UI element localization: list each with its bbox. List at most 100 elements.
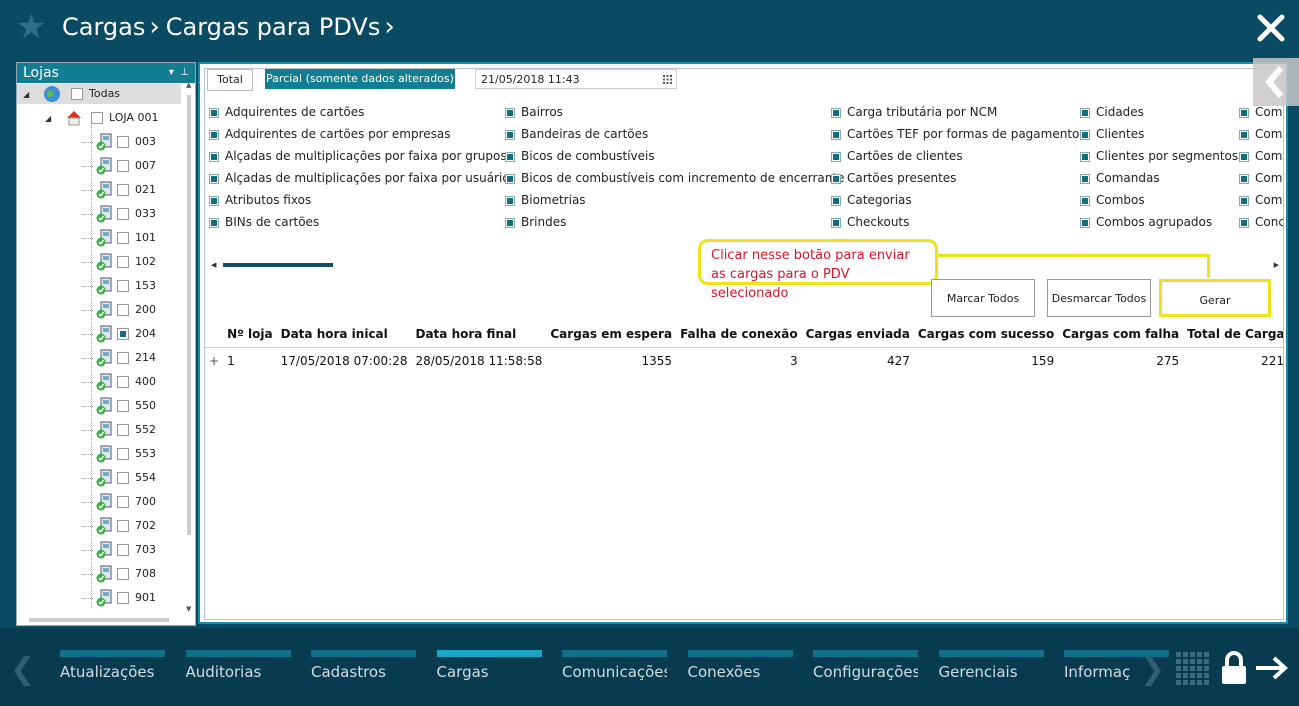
checkbox-checked[interactable]: [209, 173, 219, 184]
load-type-checkbox[interactable]: Combos: [1080, 192, 1145, 208]
horizontal-scrollbar[interactable]: ◀ ▶: [211, 261, 1279, 269]
nav-item[interactable]: Atualizações: [60, 650, 165, 690]
calendar-icon[interactable]: [663, 75, 672, 84]
pdv-checkbox[interactable]: [117, 160, 129, 172]
load-type-checkbox[interactable]: BINs de cartões: [209, 214, 319, 230]
checkbox-checked[interactable]: [1239, 107, 1249, 118]
breadcrumb-item[interactable]: Cargas: [62, 13, 145, 41]
expand-row-icon[interactable]: +: [205, 348, 223, 375]
mode-parcial-tab[interactable]: Parcial (somente dados alterados): [265, 69, 455, 89]
tree-item-pdv[interactable]: 554: [83, 468, 156, 488]
breadcrumb-item[interactable]: Cargas para PDVs: [166, 13, 381, 41]
todas-checkbox[interactable]: [71, 88, 83, 100]
tree-item-pdv[interactable]: 700: [83, 492, 156, 512]
tree-item-pdv[interactable]: 101: [83, 228, 156, 248]
checkbox-checked[interactable]: [209, 151, 219, 162]
scroll-right-icon[interactable]: ▶: [1274, 261, 1279, 269]
load-type-checkbox[interactable]: Cartões presentes: [831, 170, 956, 186]
tree-item-pdv[interactable]: 007: [83, 156, 156, 176]
pin-icon[interactable]: ⊥: [180, 67, 189, 78]
pdv-checkbox[interactable]: [117, 184, 129, 196]
pdv-checkbox[interactable]: [117, 208, 129, 220]
load-type-checkbox[interactable]: Clientes: [1080, 126, 1144, 142]
checkbox-checked[interactable]: [505, 173, 515, 184]
load-type-checkbox[interactable]: Bicos de combustíveis: [505, 148, 655, 164]
column-header[interactable]: Total de Cargas: [1183, 321, 1283, 348]
load-type-checkbox[interactable]: Com: [1239, 148, 1282, 164]
column-header[interactable]: Cargas em espera: [546, 321, 677, 348]
checkbox-checked[interactable]: [505, 107, 515, 118]
desmarcar-todos-button[interactable]: Desmarcar Todos: [1047, 279, 1151, 317]
pdv-checkbox[interactable]: [117, 256, 129, 268]
scroll-left-icon[interactable]: ◀: [211, 261, 216, 269]
pdv-checkbox[interactable]: [117, 424, 129, 436]
nav-item[interactable]: Cadastros: [311, 650, 416, 690]
nav-prev-icon[interactable]: ❮: [10, 652, 35, 687]
load-type-checkbox[interactable]: Adquirentes de cartões por empresas: [209, 126, 451, 142]
exit-arrow-icon[interactable]: [1254, 654, 1290, 682]
load-type-checkbox[interactable]: Bicos de combustíveis com incremento de …: [505, 170, 844, 186]
tree-item-pdv[interactable]: 204: [83, 324, 156, 344]
checkbox-checked[interactable]: [1239, 195, 1249, 206]
pdv-checkbox[interactable]: [117, 400, 129, 412]
load-type-checkbox[interactable]: Biometrias: [505, 192, 586, 208]
load-type-checkbox[interactable]: Adquirentes de cartões: [209, 104, 364, 120]
checkbox-checked[interactable]: [1080, 195, 1090, 206]
tree-item-pdv[interactable]: 021: [83, 180, 156, 200]
load-type-checkbox[interactable]: Com: [1239, 170, 1282, 186]
checkbox-checked[interactable]: [209, 217, 219, 228]
checkbox-checked[interactable]: [831, 173, 841, 184]
load-type-checkbox[interactable]: Alçadas de multiplicações por faixa por …: [209, 170, 516, 186]
checkbox-checked[interactable]: [1239, 129, 1249, 140]
load-type-checkbox[interactable]: Com: [1239, 192, 1282, 208]
tree-item-pdv[interactable]: 033: [83, 204, 156, 224]
checkbox-checked[interactable]: [505, 129, 515, 140]
pdv-checkbox[interactable]: [117, 328, 129, 340]
checkbox-checked[interactable]: [831, 195, 841, 206]
tree-item-pdv[interactable]: 550: [83, 396, 156, 416]
nav-item[interactable]: Auditorias: [185, 650, 291, 690]
checkbox-checked[interactable]: [831, 129, 841, 140]
pdv-checkbox[interactable]: [117, 280, 129, 292]
load-type-checkbox[interactable]: Combos agrupados: [1080, 214, 1212, 230]
load-type-checkbox[interactable]: Checkouts: [831, 214, 909, 230]
tree-item-pdv[interactable]: 200: [83, 300, 156, 320]
nav-item[interactable]: Cargas: [436, 650, 542, 690]
mode-total-tab[interactable]: Total: [207, 69, 253, 91]
pdv-checkbox[interactable]: [117, 448, 129, 460]
column-header[interactable]: Cargas com falha: [1058, 321, 1184, 348]
lock-icon[interactable]: [1220, 650, 1248, 686]
column-header[interactable]: Data hora final: [411, 321, 547, 348]
tree-item-pdv[interactable]: 214: [83, 348, 156, 368]
load-type-checkbox[interactable]: Com: [1239, 126, 1282, 142]
pdv-checkbox[interactable]: [117, 520, 129, 532]
scroll-up-icon[interactable]: ▲: [186, 81, 191, 89]
pdv-checkbox[interactable]: [117, 472, 129, 484]
column-header[interactable]: Nº loja: [223, 321, 277, 348]
load-type-checkbox[interactable]: Comandas: [1080, 170, 1160, 186]
favorite-star-icon[interactable]: ★: [16, 10, 46, 44]
table-row[interactable]: +1 17/05/2018 07:00:28 28/05/2018 11:58:58…: [205, 348, 1283, 375]
tree-root-todas[interactable]: ◢ Todas: [17, 84, 181, 104]
checkbox-checked[interactable]: [1239, 151, 1249, 162]
vertical-scrollbar[interactable]: ▲ ▼: [186, 81, 192, 613]
pdv-checkbox[interactable]: [117, 376, 129, 388]
nav-item[interactable]: Conexões: [687, 650, 793, 690]
checkbox-checked[interactable]: [831, 107, 841, 118]
pdv-checkbox[interactable]: [117, 136, 129, 148]
load-type-checkbox[interactable]: Alçadas de multiplicações por faixa por …: [209, 148, 507, 164]
load-type-checkbox[interactable]: Clientes por segmentos: [1080, 148, 1238, 164]
checkbox-checked[interactable]: [831, 151, 841, 162]
checkbox-checked[interactable]: [1239, 173, 1249, 184]
checkbox-checked[interactable]: [1239, 217, 1249, 228]
gerar-button[interactable]: Gerar: [1159, 279, 1271, 317]
nav-item[interactable]: Gerenciais: [938, 650, 1044, 690]
load-type-checkbox[interactable]: Bandeiras de cartões: [505, 126, 648, 142]
close-icon[interactable]: [1255, 12, 1287, 44]
tree-item-pdv[interactable]: 102: [83, 252, 156, 272]
checkbox-checked[interactable]: [831, 217, 841, 228]
checkbox-checked[interactable]: [1080, 129, 1090, 140]
column-header[interactable]: Falha de conexão: [676, 321, 802, 348]
load-type-checkbox[interactable]: Bairros: [505, 104, 563, 120]
scroll-down-icon[interactable]: ▼: [186, 605, 191, 613]
